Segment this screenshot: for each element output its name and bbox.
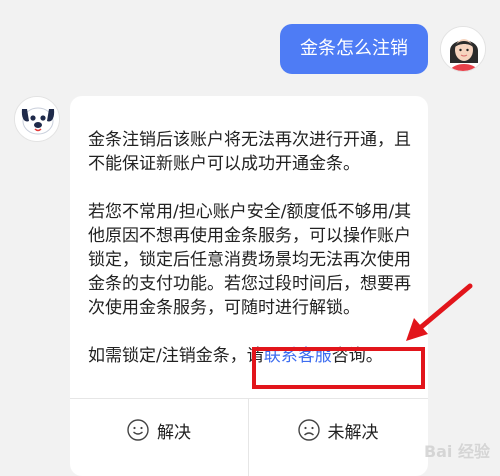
annotation-arrow-icon — [406, 283, 473, 341]
watermark: Bai 经验 — [423, 442, 490, 461]
